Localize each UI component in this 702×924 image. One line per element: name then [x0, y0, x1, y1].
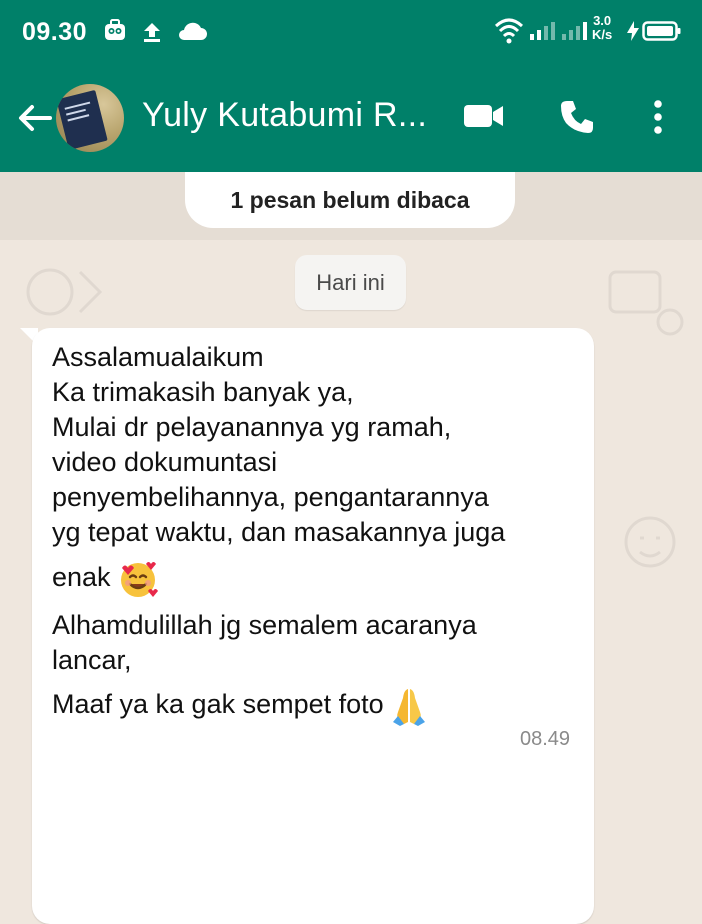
video-call-icon[interactable] [462, 100, 506, 132]
charging-bolt-icon [627, 21, 639, 41]
message-line: Assalamualaikum [52, 342, 264, 372]
wallpaper-doodle [624, 516, 676, 568]
message-line: enak [52, 562, 111, 593]
network-speed-value: 3.0 [593, 13, 612, 28]
message-line-with-emoji: Maaf ya ka gak sempet foto [52, 686, 572, 726]
message-text: Assalamualaikum Ka trimakasih banyak ya,… [52, 340, 572, 726]
message-line: video dokumuntasi [52, 447, 278, 477]
upload-icon [144, 23, 160, 42]
cloud-icon [179, 22, 207, 40]
unread-messages-banner: 1 pesan belum dibaca [185, 172, 515, 228]
message-line: Mulai dr pelayanannya yg ramah, [52, 412, 452, 442]
app-notification-icon [105, 19, 125, 40]
message-line: penyembelihannya, pengantarannya [52, 482, 489, 512]
contact-avatar[interactable] [56, 84, 124, 152]
battery-icon [642, 21, 681, 41]
more-vert-icon[interactable] [648, 98, 668, 138]
message-line: yg tepat waktu, dan masakannya juga [52, 517, 506, 547]
folded-hands-icon [392, 689, 425, 726]
message-line: Maaf ya ka gak sempet foto [52, 689, 384, 720]
message-line: Ka trimakasih banyak ya, [52, 377, 354, 407]
chat-area[interactable]: 1 pesan belum dibaca Hari ini Assalamual… [0, 172, 702, 924]
signal-strength-2-icon [562, 22, 587, 40]
status-time: 09.30 [22, 18, 88, 46]
unread-messages-band: 1 pesan belum dibaca [0, 172, 702, 240]
wallpaper-doodle [26, 268, 103, 316]
date-divider: Hari ini [295, 255, 406, 310]
message-line: Alhamdulillah jg semalem acaranya [52, 610, 477, 640]
wallpaper-doodle [608, 270, 684, 336]
message-line-with-emoji: enak [52, 558, 572, 600]
phone-icon[interactable] [558, 98, 596, 136]
wifi-icon [494, 18, 524, 44]
smiling-face-with-hearts-icon [120, 562, 158, 597]
message-line: lancar, [52, 645, 132, 675]
message-timestamp: 08.49 [520, 728, 571, 750]
app-top-bar: 09.30 3.0 K/s Yuly Kutabumi R... [0, 0, 702, 172]
contact-name[interactable]: Yuly Kutabumi R... [142, 96, 427, 135]
network-speed: 3.0 K/s [592, 14, 612, 42]
signal-strength-icon [530, 22, 555, 40]
avatar-book-image [56, 89, 108, 151]
chat-header: Yuly Kutabumi R... [0, 64, 702, 172]
back-arrow-icon[interactable] [14, 98, 54, 138]
status-bar: 09.30 3.0 K/s [0, 0, 702, 64]
network-speed-unit: K/s [592, 27, 613, 42]
incoming-message-bubble[interactable]: Assalamualaikum Ka trimakasih banyak ya,… [32, 328, 594, 924]
